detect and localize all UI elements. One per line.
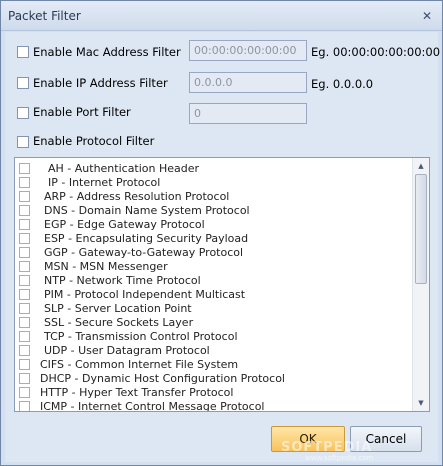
mac-address-field[interactable]: 00:00:00:00:00:00 [189, 40, 307, 61]
protocol-label: TCP - Transmission Control Protocol [44, 330, 238, 343]
scroll-thumb[interactable] [415, 174, 427, 284]
protocol-checkbox[interactable] [19, 275, 30, 286]
protocol-checkbox[interactable] [19, 191, 30, 202]
protocol-checkbox[interactable] [19, 303, 30, 314]
protocol-checkbox[interactable] [19, 331, 30, 342]
port-filter-label: Enable Port Filter [33, 105, 131, 119]
protocol-label: EGP - Edge Gateway Protocol [44, 218, 205, 231]
dialog-content: Enable Mac Address Filter 00:00:00:00:00… [5, 32, 441, 462]
ip-address-field[interactable]: 0.0.0.0 [189, 72, 307, 93]
protocol-list-item[interactable]: EGP - Edge Gateway Protocol [15, 218, 410, 232]
protocol-label: IP - Internet Protocol [48, 176, 161, 189]
protocol-checkbox[interactable] [19, 205, 30, 216]
protocol-checkbox[interactable] [19, 163, 30, 174]
protocol-label: ICMP - Internet Control Message Protocol [40, 400, 265, 412]
ip-example-text: Eg. 0.0.0.0 [311, 77, 374, 91]
softpedia-watermark-url: www.softpedia.com [305, 454, 374, 462]
close-icon[interactable]: ✕ [419, 9, 435, 23]
protocol-list-item[interactable]: PIM - Protocol Independent Multicast [15, 288, 410, 302]
protocol-label: DHCP - Dynamic Host Configuration Protoc… [40, 372, 285, 385]
scroll-up-icon[interactable]: ▲ [413, 158, 429, 174]
protocol-checkbox[interactable] [19, 373, 30, 384]
softpedia-watermark: SOFTPEDIA [281, 440, 373, 455]
protocol-label: AH - Authentication Header [48, 162, 200, 175]
protocol-list-item[interactable]: UDP - User Datagram Protocol [15, 344, 410, 358]
protocol-list-item[interactable]: MSN - MSN Messenger [15, 260, 410, 274]
mac-filter-checkbox[interactable] [17, 46, 29, 58]
protocol-label: ESP - Encapsulating Security Payload [44, 232, 249, 245]
protocol-label: ARP - Address Resolution Protocol [44, 190, 230, 203]
protocol-list-item[interactable]: CIFS - Common Internet File System [15, 358, 410, 372]
protocol-list-item[interactable]: NTP - Network Time Protocol [15, 274, 410, 288]
packet-filter-window: Packet Filter ✕ Enable Mac Address Filte… [0, 0, 443, 466]
window-title: Packet Filter [8, 9, 81, 23]
protocol-checkbox[interactable] [19, 401, 30, 411]
protocol-list-item[interactable]: SLP - Server Location Point [15, 302, 410, 316]
protocol-label: GGP - Gateway-to-Gateway Protocol [44, 246, 244, 259]
protocol-label: UDP - User Datagram Protocol [44, 344, 210, 357]
protocol-list-item[interactable]: SSL - Secure Sockets Layer [15, 316, 410, 330]
protocol-list[interactable]: AH - Authentication Header IP - Internet … [14, 157, 430, 412]
protocol-list-item[interactable]: ICMP - Internet Control Message Protocol [15, 400, 410, 412]
protocol-label: PIM - Protocol Independent Multicast [44, 288, 246, 301]
protocol-checkbox[interactable] [19, 247, 30, 258]
mac-filter-label: Enable Mac Address Filter [33, 45, 181, 59]
protocol-list-item[interactable]: TCP - Transmission Control Protocol [15, 330, 410, 344]
protocol-label: SSL - Secure Sockets Layer [44, 316, 194, 329]
protocol-checkbox[interactable] [19, 387, 30, 398]
protocol-list-item[interactable]: GGP - Gateway-to-Gateway Protocol [15, 246, 410, 260]
protocol-label: MSN - MSN Messenger [44, 260, 168, 273]
protocol-list-item[interactable]: DNS - Domain Name System Protocol [15, 204, 410, 218]
protocol-list-item[interactable]: ESP - Encapsulating Security Payload [15, 232, 410, 246]
protocol-label: SLP - Server Location Point [44, 302, 192, 315]
protocol-label: HTTP - Hyper Text Transfer Protocol [40, 386, 234, 399]
protocol-list-item[interactable]: AH - Authentication Header [15, 162, 410, 176]
protocol-checkbox[interactable] [19, 345, 30, 356]
protocol-checkbox[interactable] [19, 261, 30, 272]
protocol-filter-checkbox[interactable] [17, 136, 29, 148]
port-field[interactable]: 0 [189, 103, 307, 124]
protocol-checkbox[interactable] [19, 317, 30, 328]
protocol-checkbox[interactable] [19, 177, 30, 188]
protocol-list-item[interactable]: HTTP - Hyper Text Transfer Protocol [15, 386, 410, 400]
mac-example-text: Eg. 00:00:00:00:00:00 [311, 45, 441, 59]
protocol-list-item[interactable]: IP - Internet Protocol [15, 176, 410, 190]
protocol-label: NTP - Network Time Protocol [44, 274, 201, 287]
protocol-filter-label: Enable Protocol Filter [33, 134, 155, 148]
protocol-checkbox[interactable] [19, 219, 30, 230]
protocol-list-item[interactable]: ARP - Address Resolution Protocol [15, 190, 410, 204]
ip-filter-checkbox[interactable] [17, 77, 29, 89]
port-filter-checkbox[interactable] [17, 107, 29, 119]
protocol-checkbox[interactable] [19, 359, 30, 370]
title-bar[interactable]: Packet Filter ✕ [1, 1, 442, 31]
protocol-list-item[interactable]: DHCP - Dynamic Host Configuration Protoc… [15, 372, 410, 386]
protocol-label: DNS - Domain Name System Protocol [44, 204, 250, 217]
protocol-label: CIFS - Common Internet File System [40, 358, 239, 371]
ip-filter-label: Enable IP Address Filter [33, 76, 168, 90]
protocol-checkbox[interactable] [19, 233, 30, 244]
protocol-list-scrollbar[interactable]: ▲ ▼ [412, 158, 429, 411]
protocol-checkbox[interactable] [19, 289, 30, 300]
scroll-down-icon[interactable]: ▼ [413, 395, 429, 411]
